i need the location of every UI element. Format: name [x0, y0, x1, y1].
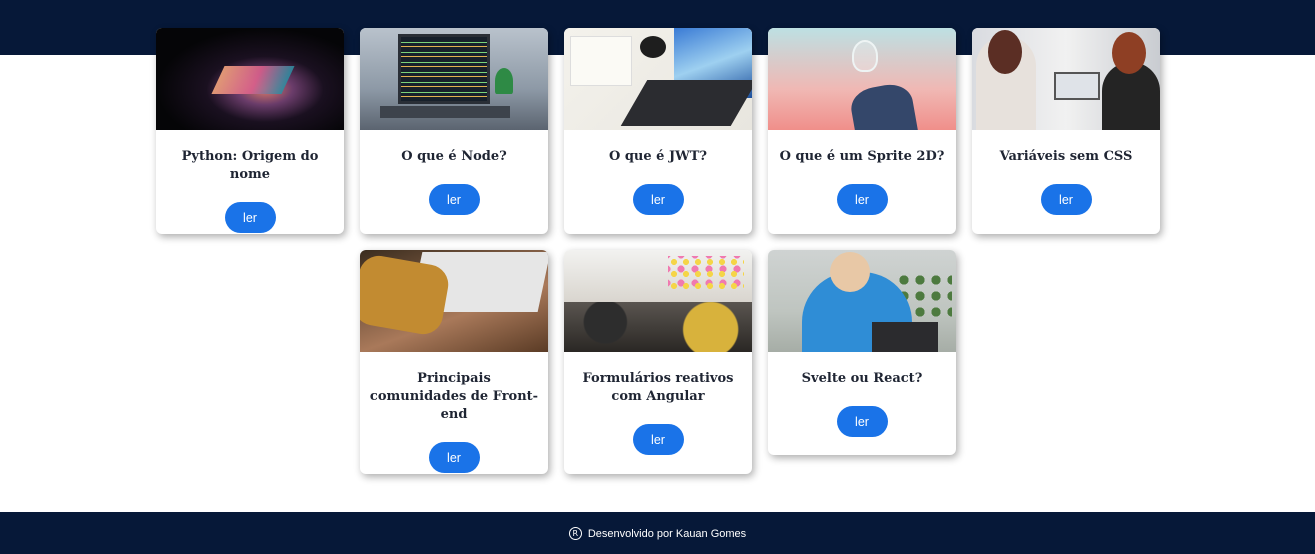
article-card: Principais comunidades de Front-end ler: [360, 250, 548, 474]
read-button[interactable]: ler: [836, 184, 888, 215]
card-title: Svelte ou React?: [801, 371, 923, 386]
team-meeting-image: [564, 250, 752, 352]
article-card: O que é um Sprite 2D? ler: [768, 28, 956, 234]
read-button[interactable]: ler: [428, 442, 480, 473]
read-button[interactable]: ler: [836, 406, 888, 437]
code-laptop-image: [360, 28, 548, 130]
read-button[interactable]: ler: [224, 202, 276, 233]
card-title: O que é Node?: [401, 149, 507, 164]
card-title: Formulários reativos com Angular: [582, 371, 734, 404]
footer: R Desenvolvido por Kauan Gomes: [0, 512, 1315, 554]
typing-laptop-image: [360, 250, 548, 352]
card-title: Python: Origem do nome: [181, 149, 319, 182]
card-title: Principais comunidades de Front-end: [369, 371, 539, 422]
registered-icon: R: [568, 526, 582, 540]
article-card: Formulários reativos com Angular ler: [564, 250, 752, 474]
read-button[interactable]: ler: [632, 184, 684, 215]
read-button[interactable]: ler: [632, 424, 684, 455]
article-card: Python: Origem do nome ler: [156, 28, 344, 234]
laptop-neon-image: [156, 28, 344, 130]
article-grid: Python: Origem do nome ler O que é Node?…: [0, 0, 1315, 512]
read-button[interactable]: ler: [428, 184, 480, 215]
article-card: Svelte ou React? ler: [768, 250, 956, 455]
lightbulb-image: [768, 28, 956, 130]
woman-laptop-image: [768, 250, 956, 352]
two-women-laptop-image: [972, 28, 1160, 130]
card-title: Variáveis sem CSS: [999, 149, 1133, 164]
read-button[interactable]: ler: [1040, 184, 1092, 215]
card-title: O que é um Sprite 2D?: [779, 149, 945, 164]
article-card: O que é JWT? ler: [564, 28, 752, 234]
desk-laptop-image: [564, 28, 752, 130]
card-title: O que é JWT?: [608, 149, 708, 164]
article-card: Variáveis sem CSS ler: [972, 28, 1160, 234]
article-card: O que é Node? ler: [360, 28, 548, 234]
footer-credit: Desenvolvido por Kauan Gomes: [587, 527, 747, 540]
